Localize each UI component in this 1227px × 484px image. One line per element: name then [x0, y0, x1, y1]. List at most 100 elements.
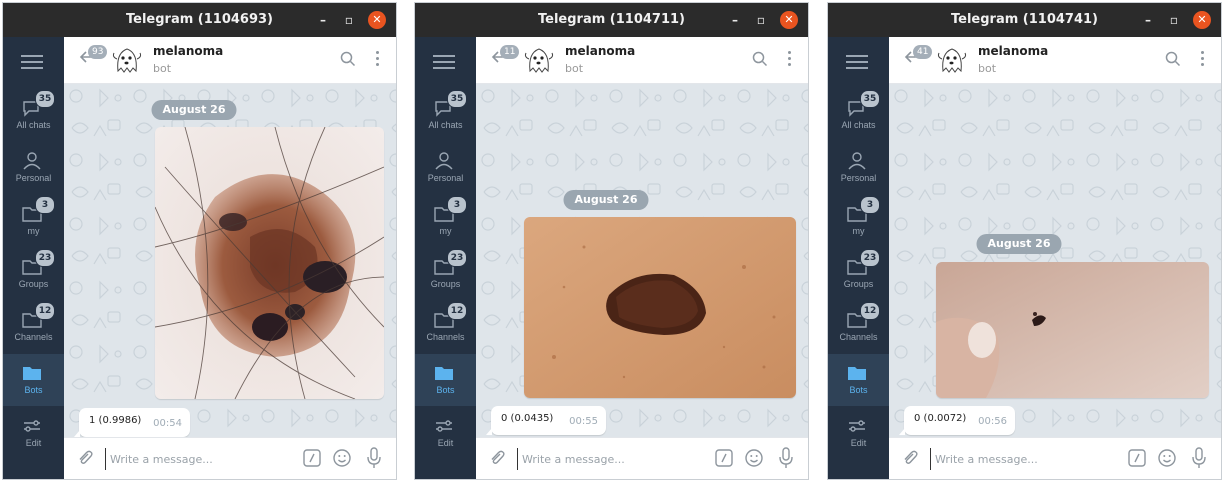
message-input[interactable] — [105, 448, 282, 470]
minimize-icon[interactable]: – — [1139, 11, 1157, 29]
folder-badge: 3 — [35, 196, 55, 214]
composer — [889, 437, 1221, 479]
emoji-icon[interactable] — [332, 448, 352, 468]
sidebar-item-bots[interactable]: Bots — [3, 354, 64, 406]
sliders-icon — [846, 417, 868, 435]
maximize-icon[interactable]: ▫ — [752, 11, 770, 29]
sidebar-item-edit[interactable]: Edit — [3, 407, 64, 459]
folders-sidebar: 35 All chats Personal 3 my 23 Groups 12 Channels… — [415, 37, 476, 479]
window-titlebar[interactable]: Telegram (1104711) – ▫ ✕ — [415, 3, 808, 37]
close-icon[interactable]: ✕ — [780, 11, 798, 29]
message-time: 00:56 — [978, 416, 1007, 427]
more-icon[interactable] — [376, 51, 380, 69]
sidebar-item-my[interactable]: 3 my — [415, 195, 476, 247]
folder-badge: 23 — [35, 249, 55, 267]
more-icon[interactable] — [788, 51, 792, 69]
message-bubble[interactable]: 0 (0.0435) 00:55 — [486, 406, 606, 435]
sidebar-item-personal[interactable]: Personal — [415, 142, 476, 194]
date-separator: August 26 — [976, 234, 1062, 254]
menu-icon[interactable] — [433, 55, 455, 73]
search-icon[interactable] — [1165, 51, 1181, 67]
chat-area: August 26 0 (0.0435) 00:55 — [476, 84, 808, 438]
sidebar-item-bots[interactable]: Bots — [415, 354, 476, 406]
menu-icon[interactable] — [846, 55, 868, 73]
folder-badge: 12 — [447, 302, 467, 320]
window-title: Telegram (1104711) — [538, 12, 685, 27]
unread-badge: 11 — [500, 45, 520, 59]
commands-icon[interactable] — [302, 448, 322, 468]
chat-status: bot — [153, 62, 172, 75]
ghost-avatar-icon[interactable] — [108, 41, 146, 79]
sidebar-item-groups[interactable]: 23 Groups — [3, 248, 64, 300]
commands-icon[interactable] — [1127, 448, 1147, 468]
sidebar-item-label: All chats — [428, 120, 463, 130]
photo-message[interactable] — [936, 262, 1209, 398]
menu-icon[interactable] — [21, 55, 43, 73]
emoji-icon[interactable] — [1157, 448, 1177, 468]
chat-name[interactable]: melanoma — [978, 44, 1048, 58]
ghost-avatar-icon[interactable] — [520, 41, 558, 79]
sidebar-item-channels[interactable]: 12 Channels — [828, 301, 889, 353]
sidebar-item-personal[interactable]: Personal — [828, 142, 889, 194]
sidebar-item-all-chats[interactable]: 35 All chats — [3, 89, 64, 141]
sidebar-item-bots[interactable]: Bots — [828, 354, 889, 406]
message-text: 0 (0.0072) — [914, 413, 967, 424]
microphone-icon[interactable] — [366, 446, 382, 470]
close-icon[interactable]: ✕ — [368, 11, 386, 29]
chat-name[interactable]: melanoma — [153, 44, 223, 58]
composer — [64, 437, 396, 479]
sidebar-item-my[interactable]: 3 my — [828, 195, 889, 247]
message-bubble[interactable]: 0 (0.0072) 00:56 — [899, 406, 1015, 435]
folder-badge: 35 — [860, 90, 880, 108]
sidebar-item-all-chats[interactable]: 35 All chats — [415, 89, 476, 141]
sidebar-item-groups[interactable]: 23 Groups — [828, 248, 889, 300]
photo-message[interactable] — [155, 127, 384, 399]
ghost-avatar-icon[interactable] — [933, 41, 971, 79]
sidebar-item-edit[interactable]: Edit — [828, 407, 889, 459]
more-icon[interactable] — [1201, 51, 1205, 69]
sidebar-item-edit[interactable]: Edit — [415, 407, 476, 459]
sidebar-item-channels[interactable]: 12 Channels — [3, 301, 64, 353]
sidebar-item-label: Channels — [839, 332, 878, 342]
chat-header: 41 melanoma bot — [889, 37, 1221, 84]
photo-message[interactable] — [524, 217, 796, 398]
message-bubble[interactable]: 1 (0.9986) 00:54 — [74, 408, 190, 437]
minimize-icon[interactable]: – — [726, 11, 744, 29]
message-input[interactable] — [517, 448, 694, 470]
window-titlebar[interactable]: Telegram (1104741) – ▫ ✕ — [828, 3, 1221, 37]
back-button[interactable]: 41 — [903, 45, 933, 73]
sidebar-item-label: Groups — [18, 279, 49, 289]
sidebar-item-all-chats[interactable]: 35 All chats — [828, 89, 889, 141]
microphone-icon[interactable] — [778, 446, 794, 470]
maximize-icon[interactable]: ▫ — [1165, 11, 1183, 29]
sidebar-item-channels[interactable]: 12 Channels — [415, 301, 476, 353]
search-icon[interactable] — [752, 51, 768, 67]
message-input[interactable] — [930, 448, 1107, 470]
microphone-icon[interactable] — [1191, 446, 1207, 470]
sidebar-item-label: Personal — [427, 173, 464, 183]
chat-name[interactable]: melanoma — [565, 44, 635, 58]
sidebar-item-groups[interactable]: 23 Groups — [415, 248, 476, 300]
search-icon[interactable] — [340, 51, 356, 67]
folder-badge: 3 — [447, 196, 467, 214]
commands-icon[interactable] — [714, 448, 734, 468]
maximize-icon[interactable]: ▫ — [340, 11, 358, 29]
paperclip-icon[interactable] — [76, 449, 94, 467]
paperclip-icon[interactable] — [901, 449, 919, 467]
emoji-icon[interactable] — [744, 448, 764, 468]
close-icon[interactable]: ✕ — [1193, 11, 1211, 29]
folder-badge: 23 — [860, 249, 880, 267]
window-title: Telegram (1104741) — [951, 12, 1098, 27]
minimize-icon[interactable]: – — [314, 11, 332, 29]
chat-header: 11 melanoma bot — [476, 37, 808, 84]
back-button[interactable]: 11 — [490, 45, 520, 73]
person-icon — [433, 152, 455, 170]
folder-filled-icon — [846, 364, 868, 382]
back-button[interactable]: 93 — [78, 45, 108, 73]
message-time: 00:55 — [569, 416, 598, 427]
sidebar-item-my[interactable]: 3 my — [3, 195, 64, 247]
sidebar-item-label: Personal — [15, 173, 52, 183]
window-titlebar[interactable]: Telegram (1104693) – ▫ ✕ — [3, 3, 396, 37]
paperclip-icon[interactable] — [488, 449, 506, 467]
sidebar-item-personal[interactable]: Personal — [3, 142, 64, 194]
